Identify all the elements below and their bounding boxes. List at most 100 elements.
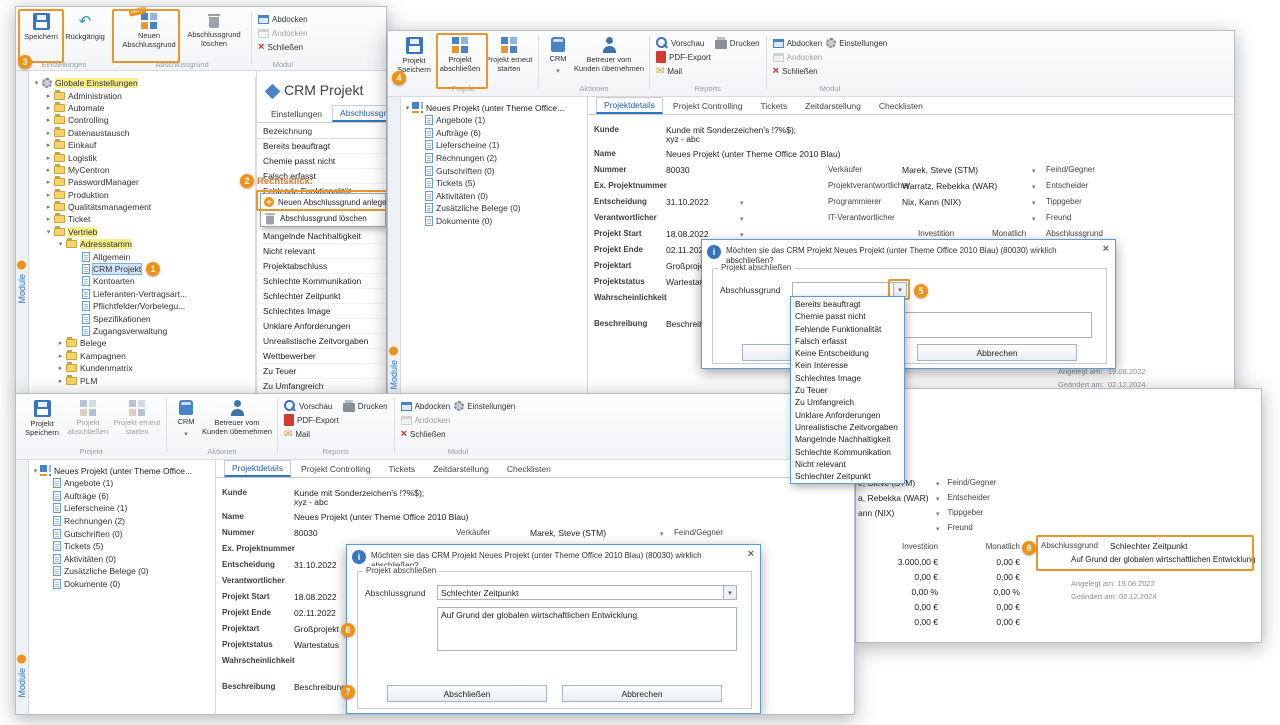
module-tab[interactable]: Module (389, 347, 399, 390)
reason-dropdown-item[interactable]: Unklare Anforderungen (791, 409, 904, 421)
investition-value[interactable]: 0,00 € (864, 602, 938, 612)
reason-row[interactable]: Projektabschluss (257, 259, 386, 274)
project-tab[interactable]: Tickets (380, 461, 423, 477)
expand-arrow-icon[interactable]: ▸ (44, 104, 53, 112)
chevron-down-icon[interactable] (936, 478, 940, 488)
save-button[interactable]: Speichern (20, 9, 62, 59)
reason-combobox[interactable] (792, 282, 907, 297)
projektverantwortlicher-value[interactable]: Warratz, Rebekka (WAR) (902, 181, 997, 191)
reason-dropdown-item[interactable]: Fehlende Funktionalität (791, 323, 904, 335)
project-tree-item[interactable]: Tickets (5) (29, 540, 215, 553)
project-tab[interactable]: Projekt Controlling (293, 461, 378, 477)
project-tree-item[interactable]: Gutschriften (0) (29, 527, 215, 540)
project-tree-item[interactable]: Zusätzliche Belege (0) (401, 202, 587, 215)
project-tab[interactable]: Checklisten (871, 98, 931, 114)
reason-dropdown-item[interactable]: Nicht relevant (791, 458, 904, 470)
reason-dropdown-item[interactable]: Zu Umfangreich (791, 396, 904, 408)
project-tree-item[interactable]: Rechnungen (2) (29, 515, 215, 528)
chevron-down-icon[interactable] (1032, 165, 1036, 175)
tree-item[interactable]: ▸ Administration (29, 89, 255, 101)
mail-button[interactable]: Mail (656, 65, 711, 77)
reason-row[interactable]: Chemie passt nicht (257, 154, 386, 169)
reason-dropdown-item[interactable]: Schlechter Zeitpunkt (791, 470, 904, 482)
project-tree-item[interactable]: Zusätzliche Belege (0) (29, 565, 215, 578)
new-reason-button[interactable]: NEU Neuen Abschlussgrund (117, 9, 181, 59)
module-tab[interactable]: Module (17, 655, 27, 698)
tree-item[interactable]: CRM Projekt 1 (29, 263, 255, 275)
expand-arrow-icon[interactable]: ▸ (56, 364, 65, 372)
investition-value[interactable]: 3.000,00 € (864, 557, 938, 567)
reason-dropdown-item[interactable]: Kein Interesse (791, 359, 904, 371)
tree-item[interactable]: ▸ Einkauf (29, 139, 255, 151)
tree-item[interactable]: ▾ Vertrieb (29, 226, 255, 238)
reason-combobox[interactable]: Schlechter Zeitpunkt (437, 585, 737, 600)
project-tab[interactable]: Projektdetails (596, 97, 663, 114)
tree-item[interactable]: ▸ PasswordManager (29, 176, 255, 188)
reason-row[interactable]: Mangelnde Nachhaltigkeit (257, 229, 386, 244)
confirm-close-button[interactable]: Abschließen (387, 685, 547, 702)
reason-dropdown-item[interactable]: Zu Teuer (791, 384, 904, 396)
reason-dropdown-item[interactable]: Unrealistische Zeitvorgaben (791, 421, 904, 433)
tree-item[interactable]: ▸ Produktion (29, 189, 255, 201)
tree-item[interactable]: ▾ Adressstamm (29, 238, 255, 250)
expand-arrow-icon[interactable]: ▸ (44, 166, 53, 174)
project-tab[interactable]: Zeitdarstellung (425, 461, 497, 477)
project-tree-item[interactable]: Dokumente (0) (29, 578, 215, 591)
reason-dropdown-item[interactable]: Bereits beauftragt (791, 298, 904, 310)
project-tree-item[interactable]: Aktivitäten (0) (401, 190, 587, 203)
close-module-button[interactable]: Schließen (258, 41, 308, 53)
project-tab[interactable]: Projekt Controlling (665, 98, 750, 114)
chevron-down-icon[interactable] (936, 493, 940, 503)
close-module-button[interactable]: Schließen (401, 428, 451, 440)
tree-item[interactable]: Spezifikationen (29, 312, 255, 324)
expand-arrow-icon[interactable]: ▸ (44, 154, 53, 162)
projektstatus-value[interactable]: Wartestatus (294, 640, 339, 650)
reason-row[interactable]: Zu Umfangreich (257, 379, 386, 394)
tree-item[interactable]: Zugangsverwaltung (29, 325, 255, 337)
expand-arrow-icon[interactable]: ▸ (44, 129, 53, 137)
crm-dropdown-button[interactable]: CRM (543, 33, 573, 83)
undock-button[interactable]: Abdocken (773, 37, 823, 49)
tree-item[interactable]: ▸ Kampagnen (29, 350, 255, 362)
reason-dropdown-item[interactable]: Keine Entscheidung (791, 347, 904, 359)
project-tree-item[interactable]: Gutschriften (0) (401, 164, 587, 177)
reason-row[interactable]: Schlechter Zeitpunkt (257, 289, 386, 304)
monatlich-value[interactable]: 0,00 € (938, 572, 1020, 582)
partial-value[interactable]: ann (NIX) (858, 508, 936, 518)
print-button[interactable]: Drucken (715, 37, 760, 49)
expand-arrow-icon[interactable]: ▸ (44, 203, 53, 211)
project-tree-root[interactable]: Neues Projekt (unter Theme Office... (401, 101, 587, 114)
reason-dropdown-item[interactable]: Schlechtes Image (791, 372, 904, 384)
expand-arrow-icon[interactable]: ▸ (44, 141, 53, 149)
pdf-export-button[interactable]: PDF-Export (284, 414, 339, 426)
tree-item[interactable]: ▸ Kundenmatrix (29, 362, 255, 374)
projekt-ende-value[interactable]: 02.11.2022 (294, 608, 336, 618)
expand-arrow-icon[interactable]: ▸ (44, 92, 53, 100)
tree-item[interactable]: Lieferanten-Vertragsart... (29, 288, 255, 300)
reason-dropdown-item[interactable]: Schlechte Kommunikation (791, 446, 904, 458)
nummer-value[interactable]: 80030 (666, 165, 690, 175)
tree-item[interactable]: Kontoarten (29, 275, 255, 287)
project-tab[interactable]: Tickets (752, 98, 795, 114)
kunde-value2[interactable]: xyz - abc (294, 497, 328, 507)
reason-row[interactable]: Schlechtes Image (257, 304, 386, 319)
expand-arrow-icon[interactable]: ▸ (56, 339, 65, 347)
chevron-down-icon[interactable] (1032, 197, 1036, 207)
expand-arrow-icon[interactable]: ▸ (44, 215, 53, 223)
undock-button[interactable]: Abdocken (401, 400, 451, 412)
project-tree-item[interactable]: Lieferscheine (1) (401, 139, 587, 152)
chevron-down-icon[interactable] (660, 528, 664, 538)
reason-row[interactable]: Unklare Anforderungen (257, 319, 386, 334)
project-tree-root[interactable]: Neues Projekt (unter Theme Office... (29, 464, 215, 477)
combo-arrow-icon[interactable] (893, 283, 906, 296)
combo-arrow-icon[interactable] (723, 586, 736, 599)
tree-item[interactable]: ▸ Qualitätsmanagement (29, 201, 255, 213)
verkaeufer-value[interactable]: Marek, Steve (STM) (902, 165, 978, 175)
reason-row[interactable]: Bereits beauftragt (257, 139, 386, 154)
expand-arrow-icon[interactable]: ▸ (56, 352, 65, 360)
settings-tab[interactable]: Abschlussgründe (332, 105, 386, 122)
expand-arrow-icon[interactable]: ▾ (56, 240, 65, 248)
tree-item[interactable]: ▸ Automate (29, 102, 255, 114)
project-tab[interactable]: Zeitdarstellung (797, 98, 869, 114)
project-tree-item[interactable]: Aufträge (6) (29, 490, 215, 503)
